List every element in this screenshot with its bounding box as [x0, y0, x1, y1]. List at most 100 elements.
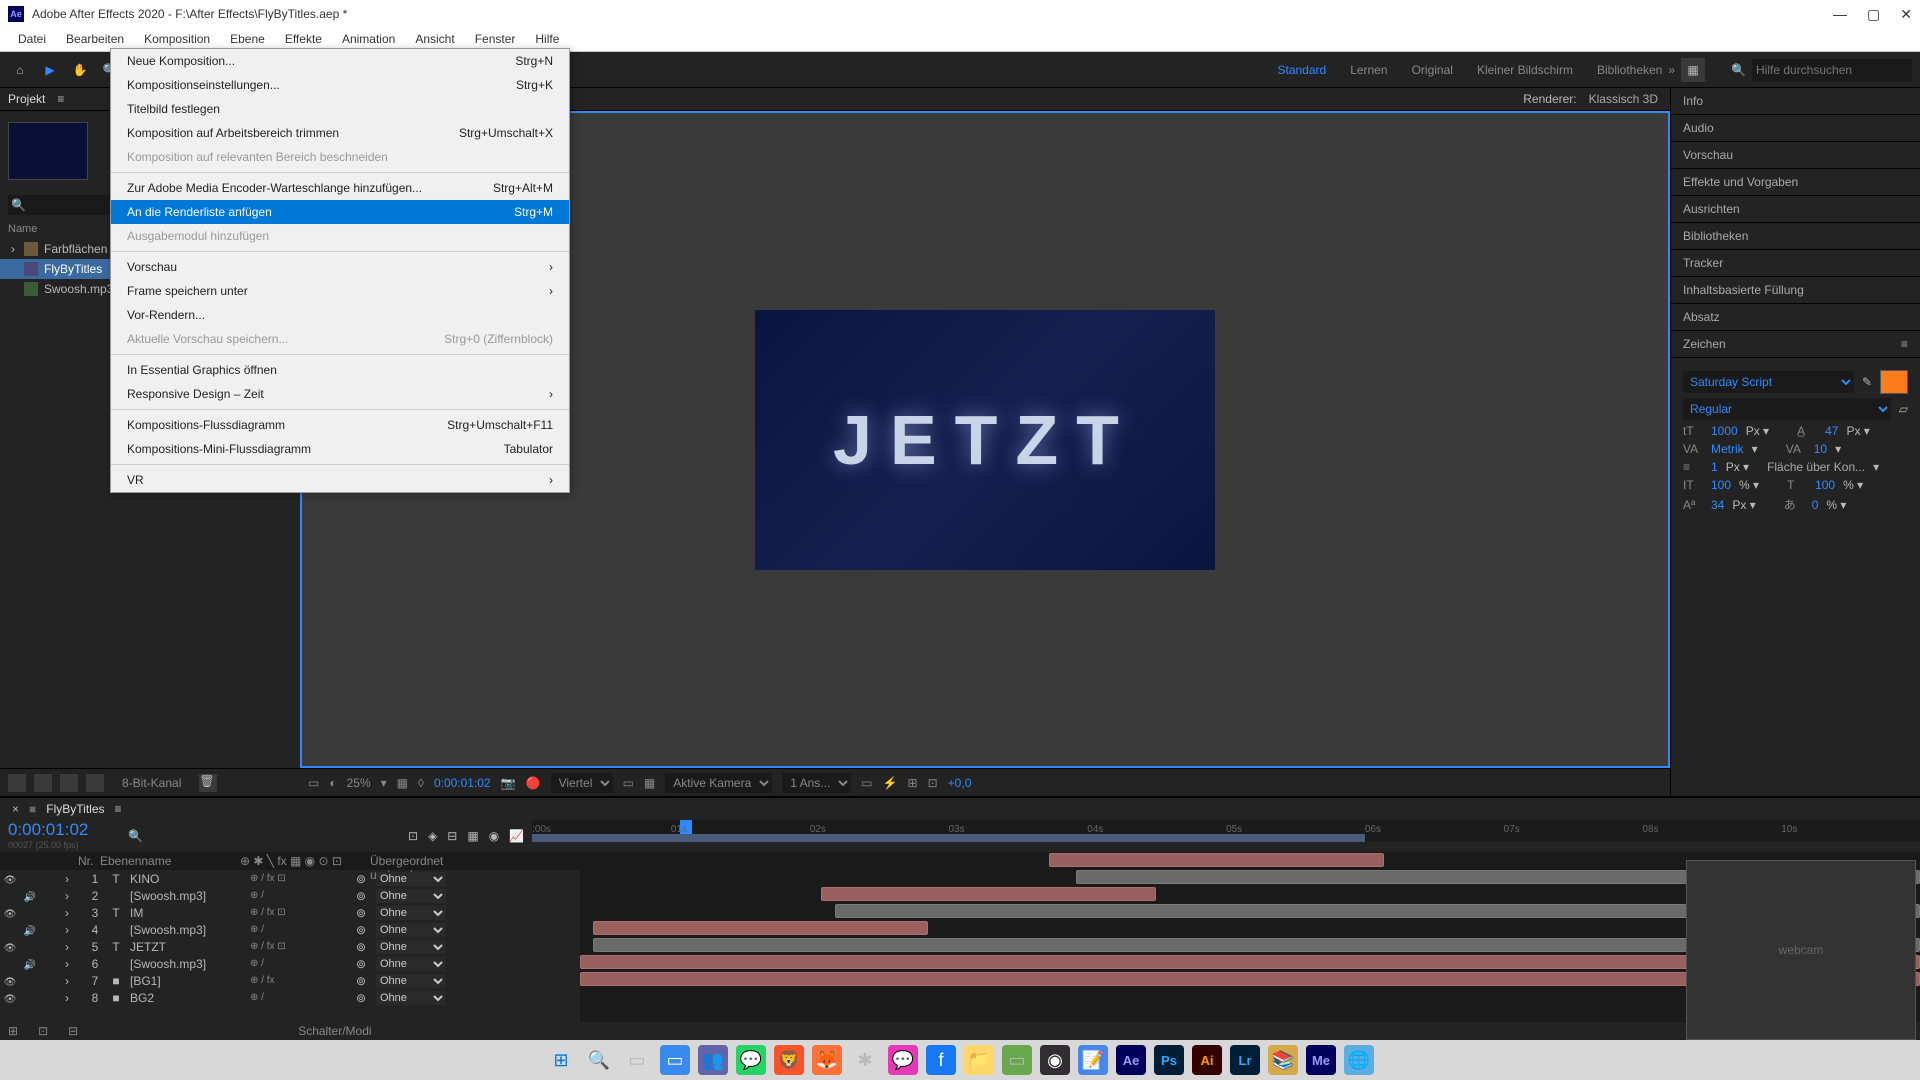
app-icon-1[interactable]: ✱ — [850, 1045, 880, 1075]
layer-row[interactable]: › 3 T IM ⊕ / fx ⊡ ⊚ Ohne — [0, 904, 580, 921]
audio-icon[interactable] — [24, 889, 36, 903]
panel-menu-icon[interactable]: ≡ — [57, 92, 64, 106]
timeline-tab[interactable]: FlyByTitles — [46, 802, 104, 816]
hand-tool-icon[interactable]: ✋ — [68, 58, 92, 82]
magnification-icon[interactable]: ▭ — [308, 776, 319, 790]
menuitem[interactable]: Vor-Rendern... — [111, 303, 569, 327]
panel-ausrichten[interactable]: Ausrichten — [1671, 196, 1920, 223]
workspace-lernen[interactable]: Lernen — [1350, 63, 1387, 77]
project-tab[interactable]: Projekt — [8, 92, 45, 106]
baseline-value[interactable]: 34 — [1711, 498, 1724, 512]
parent-select[interactable]: Ohne — [376, 872, 446, 886]
leading-value[interactable]: 47 — [1825, 424, 1838, 438]
alpha-icon[interactable]: ◐ — [329, 776, 336, 790]
graph-editor-icon[interactable]: 📈 — [509, 829, 524, 843]
visibility-icon[interactable] — [4, 974, 17, 988]
teams-icon[interactable]: 👥 — [698, 1045, 728, 1075]
hide-shy-icon[interactable]: ⊟ — [447, 829, 457, 843]
timeline-timecode[interactable]: 0:00:01:02 — [8, 820, 112, 840]
audio-icon[interactable] — [24, 957, 36, 971]
mediaencoder-icon[interactable]: Me — [1306, 1045, 1336, 1075]
layer-row[interactable]: › 7 ■ [BG1] ⊕ / fx ⊚ Ohne — [0, 972, 580, 989]
resolution-select[interactable]: Viertel — [551, 773, 613, 793]
workspace-bibliotheken[interactable]: Bibliotheken — [1597, 63, 1662, 77]
folder-icon[interactable]: 📁 — [964, 1045, 994, 1075]
start-icon[interactable]: ⊞ — [546, 1045, 576, 1075]
footer-label[interactable]: Schalter/Modi — [298, 1024, 371, 1038]
panel-vorschau[interactable]: Vorschau — [1671, 142, 1920, 169]
grid-icon[interactable]: ▦ — [397, 776, 408, 790]
workspace-standard[interactable]: Standard — [1278, 63, 1327, 77]
layer-row[interactable]: › 4 [Swoosh.mp3] ⊕ / ⊚ Ohne — [0, 921, 580, 938]
menu-datei[interactable]: Datei — [8, 28, 56, 51]
workspace-chevron-icon[interactable]: » — [1668, 63, 1675, 77]
stroke-value[interactable]: 1 — [1711, 460, 1718, 474]
minimize-button[interactable]: — — [1833, 6, 1847, 23]
parent-select[interactable]: Ohne — [376, 991, 446, 1005]
menuitem[interactable]: Kompositions-FlussdiagrammStrg+Umschalt+… — [111, 413, 569, 437]
obs-icon[interactable]: ◉ — [1040, 1045, 1070, 1075]
maximize-button[interactable]: ▢ — [1867, 6, 1880, 23]
interpret-footage-icon[interactable] — [8, 774, 26, 792]
menuitem[interactable]: Frame speichern unter› — [111, 279, 569, 303]
new-folder-icon[interactable] — [60, 774, 78, 792]
messenger-icon[interactable]: 💬 — [888, 1045, 918, 1075]
parent-select[interactable]: Ohne — [376, 957, 446, 971]
menuitem[interactable]: Zur Adobe Media Encoder-Warteschlange hi… — [111, 176, 569, 200]
mask-icon[interactable]: ◊ — [418, 776, 424, 790]
composition-flowchart-icon[interactable]: ⊡ — [408, 829, 418, 843]
snapshot-icon[interactable]: 📷 — [501, 776, 516, 790]
facebook-icon[interactable]: f — [926, 1045, 956, 1075]
menuitem[interactable]: VR› — [111, 468, 569, 492]
help-search-input[interactable] — [1752, 59, 1912, 81]
panel-inhaltsbasierte-füllung[interactable]: Inhaltsbasierte Füllung — [1671, 277, 1920, 304]
task-search-icon[interactable]: 🔍 — [584, 1045, 614, 1075]
font-style-select[interactable]: Regular — [1683, 398, 1891, 420]
app-icon-3[interactable]: 📝 — [1078, 1045, 1108, 1075]
menuitem[interactable]: Responsive Design – Zeit› — [111, 382, 569, 406]
aftereffects-icon[interactable]: Ae — [1116, 1045, 1146, 1075]
font-size-value[interactable]: 1000 — [1711, 424, 1738, 438]
panel-absatz[interactable]: Absatz — [1671, 304, 1920, 331]
eyedropper-icon[interactable]: ✎ — [1862, 375, 1872, 389]
close-button[interactable]: ✕ — [1900, 6, 1912, 23]
adjustment-icon[interactable] — [86, 774, 104, 792]
parent-select[interactable]: Ohne — [376, 974, 446, 988]
layer-row[interactable]: › 6 [Swoosh.mp3] ⊕ / ⊚ Ohne — [0, 955, 580, 972]
layer-row[interactable]: › 2 [Swoosh.mp3] ⊕ / ⊚ Ohne — [0, 887, 580, 904]
menuitem[interactable]: Titelbild festlegen — [111, 97, 569, 121]
app-icon-5[interactable]: 🌐 — [1344, 1045, 1374, 1075]
parent-select[interactable]: Ohne — [376, 889, 446, 903]
timeline-clip[interactable] — [821, 887, 1156, 901]
vscale-value[interactable]: 100 — [1711, 478, 1731, 492]
whatsapp-icon[interactable]: 💬 — [736, 1045, 766, 1075]
panel-info[interactable]: Info — [1671, 88, 1920, 115]
panel-bibliotheken[interactable]: Bibliotheken — [1671, 223, 1920, 250]
menuitem[interactable]: An die Renderliste anfügenStrg+M — [111, 200, 569, 224]
timeline-clip[interactable] — [1049, 853, 1384, 867]
selection-tool-icon[interactable]: ▶ — [38, 58, 62, 82]
draft3d-icon[interactable]: ◈ — [428, 829, 437, 843]
panel-audio[interactable]: Audio — [1671, 115, 1920, 142]
timeline-menu-icon[interactable]: ≡ — [115, 802, 122, 816]
transparency-icon[interactable]: ▦ — [644, 776, 655, 790]
trash-icon[interactable]: 🗑 — [199, 774, 217, 792]
visibility-icon[interactable] — [4, 991, 17, 1005]
menuitem[interactable]: Kompositions-Mini-FlussdiagrammTabulator — [111, 437, 569, 461]
camera-select[interactable]: Aktive Kamera — [665, 773, 772, 793]
flowchart-icon[interactable]: ⊡ — [928, 776, 938, 790]
motion-blur-icon[interactable]: ◉ — [489, 829, 499, 843]
kerning-value[interactable]: Metrik — [1711, 442, 1744, 456]
font-select[interactable]: Saturday Script — [1683, 371, 1854, 393]
toggle-modes-icon[interactable]: ⊡ — [38, 1024, 48, 1038]
stroke-swatch-icon[interactable]: ▱ — [1899, 402, 1908, 416]
layer-row[interactable]: › 8 ■ BG2 ⊕ / ⊚ Ohne — [0, 989, 580, 1006]
timeline-clip[interactable] — [593, 921, 928, 935]
exposure-value[interactable]: +0,0 — [948, 776, 972, 790]
panel-tracker[interactable]: Tracker — [1671, 250, 1920, 277]
toggle-parent-icon[interactable]: ⊟ — [68, 1024, 78, 1038]
audio-icon[interactable] — [24, 923, 36, 937]
toggle-switches-icon[interactable]: ⊞ — [8, 1024, 18, 1038]
region-icon[interactable]: ▭ — [623, 776, 634, 790]
new-comp-icon[interactable] — [34, 774, 52, 792]
